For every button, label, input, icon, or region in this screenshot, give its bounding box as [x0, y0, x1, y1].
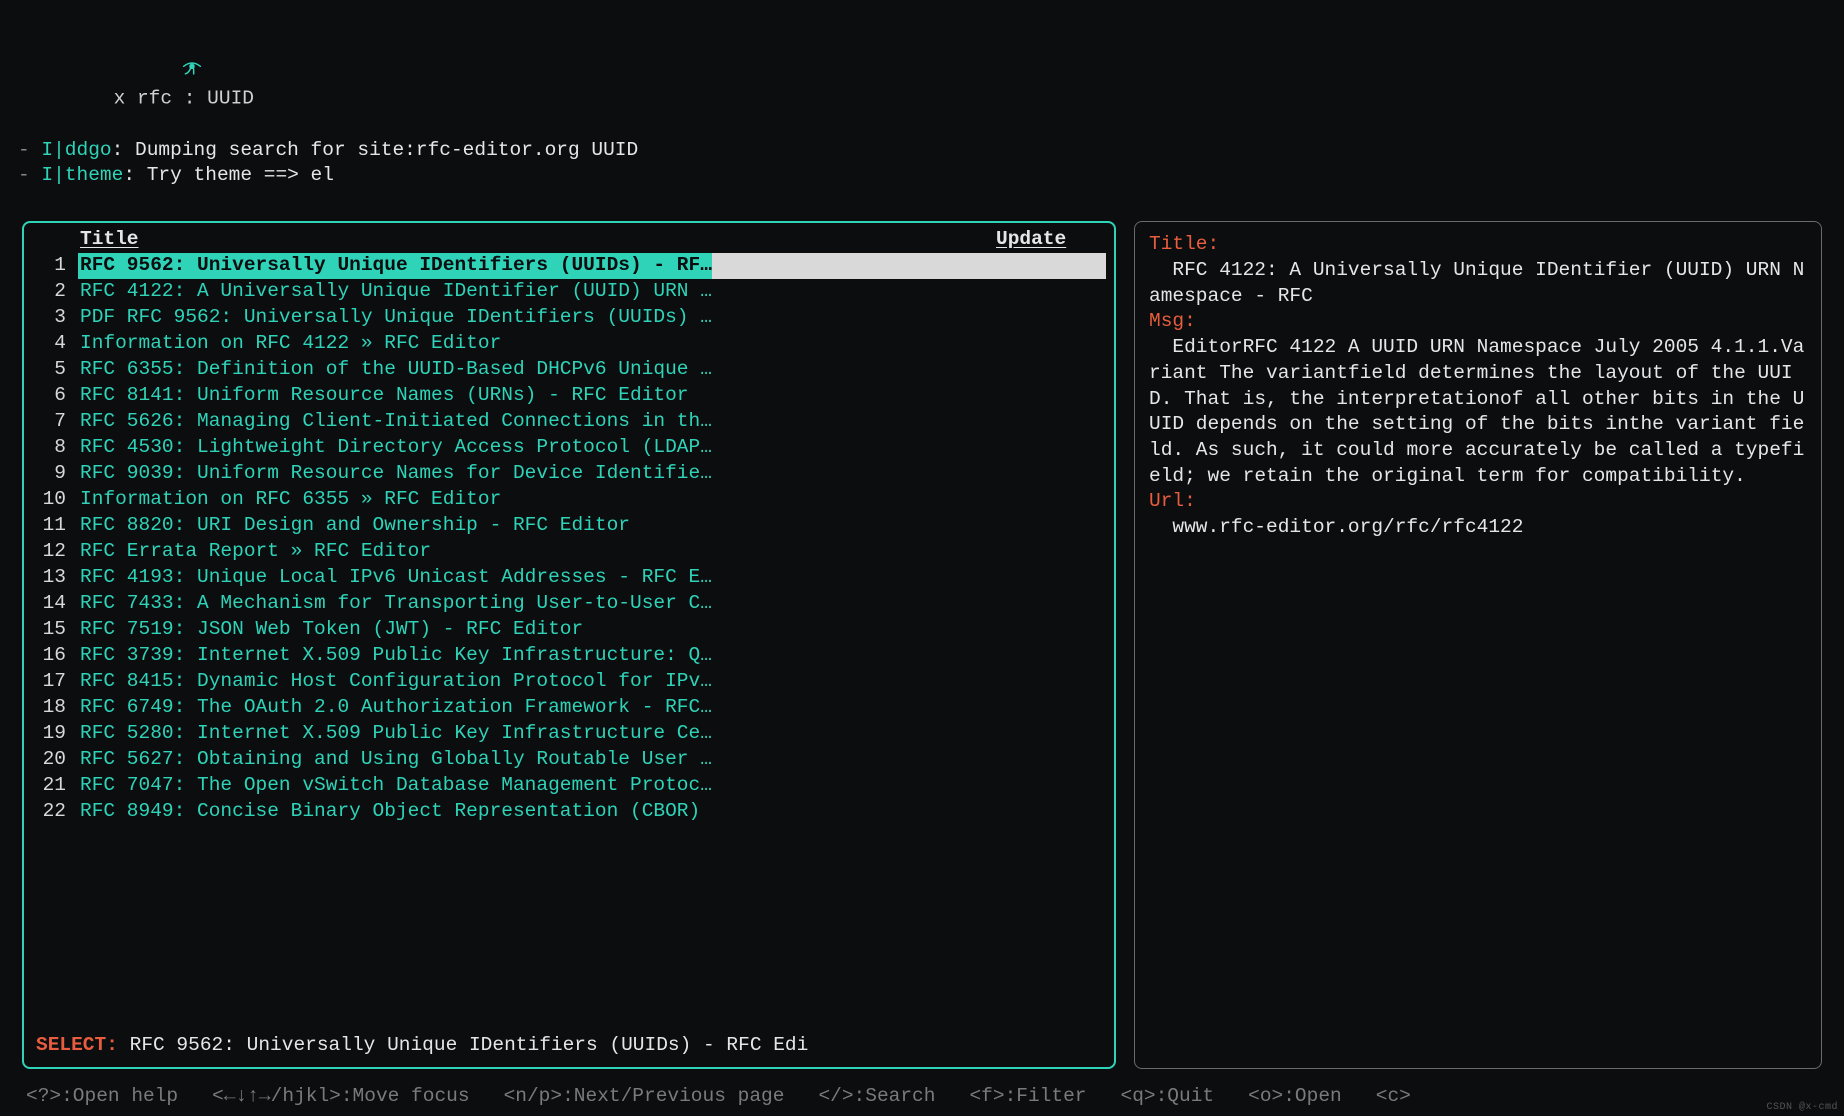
watermark: CSDN @x-cmd [1766, 1101, 1838, 1114]
row-title: RFC 4122: A Universally Unique IDentifie… [78, 279, 996, 305]
row-number: 16 [32, 643, 78, 669]
hint-help: <?>:Open help [26, 1084, 178, 1110]
list-row[interactable]: 4Information on RFC 4122 » RFC Editor [32, 331, 1106, 357]
row-number: 21 [32, 773, 78, 799]
row-title: RFC 5280: Internet X.509 Public Key Infr… [78, 721, 996, 747]
detail-title-label: Title [1149, 233, 1208, 255]
row-title: RFC 5626: Managing Client-Initiated Conn… [78, 409, 996, 435]
list-row[interactable]: 14RFC 7433: A Mechanism for Transporting… [32, 591, 1106, 617]
hint-move: <←↓↑→/hjkl>:Move focus [212, 1084, 469, 1110]
row-number: 5 [32, 357, 78, 383]
list-row[interactable]: 9RFC 9039: Uniform Resource Names for De… [32, 461, 1106, 487]
hint-quit: <q>:Quit [1121, 1084, 1215, 1110]
row-number: 3 [32, 305, 78, 331]
list-row[interactable]: 3PDF RFC 9562: Universally Unique IDenti… [32, 305, 1106, 331]
list-header: Title Update [24, 223, 1114, 253]
row-number: 11 [32, 513, 78, 539]
detail-msg-value: EditorRFC 4122 A UUID URN Namespace July… [1149, 335, 1807, 489]
row-title: RFC 4530: Lightweight Directory Access P… [78, 435, 996, 461]
select-bar: SELECT: RFC 9562: Universally Unique IDe… [24, 1027, 1114, 1067]
hint-filter: <f>:Filter [969, 1084, 1086, 1110]
list-row[interactable]: 17RFC 8415: Dynamic Host Configuration P… [32, 669, 1106, 695]
row-number: 7 [32, 409, 78, 435]
row-title: RFC 5627: Obtaining and Using Globally R… [78, 747, 996, 773]
list-row[interactable]: 22RFC 8949: Concise Binary Object Repres… [32, 799, 1106, 825]
list-row[interactable]: 13RFC 4193: Unique Local IPv6 Unicast Ad… [32, 565, 1106, 591]
list-body[interactable]: 1RFC 9562: Universally Unique IDentifier… [24, 253, 1114, 1028]
select-label: SELECT [36, 1034, 106, 1056]
row-title: RFC 4193: Unique Local IPv6 Unicast Addr… [78, 565, 996, 591]
row-title: RFC 7519: JSON Web Token (JWT) - RFC Edi… [78, 617, 996, 643]
list-row[interactable]: 1RFC 9562: Universally Unique IDentifier… [32, 253, 1106, 279]
detail-url-label: Url [1149, 490, 1184, 512]
command-text: x rfc : UUID [114, 87, 254, 109]
list-row[interactable]: 12RFC Errata Report » RFC Editor [32, 539, 1106, 565]
row-title: RFC 8820: URI Design and Ownership - RFC… [78, 513, 996, 539]
list-row[interactable]: 6RFC 8141: Uniform Resource Names (URNs)… [32, 383, 1106, 409]
row-number: 22 [32, 799, 78, 825]
row-title: RFC Errata Report » RFC Editor [78, 539, 996, 565]
row-number: 6 [32, 383, 78, 409]
row-title: Information on RFC 4122 » RFC Editor [78, 331, 996, 357]
row-number: 17 [32, 669, 78, 695]
log-line-2: - I|theme: Try theme ==> el [18, 163, 1830, 189]
hint-open: <o>:Open [1248, 1084, 1342, 1110]
row-title: RFC 8141: Uniform Resource Names (URNs) … [78, 383, 996, 409]
detail-url-value: www.rfc-editor.org/rfc/rfc4122 [1149, 515, 1807, 541]
list-row[interactable]: 11RFC 8820: URI Design and Ownership - R… [32, 513, 1106, 539]
hint-page: <n/p>:Next/Previous page [504, 1084, 785, 1110]
row-number: 9 [32, 461, 78, 487]
list-row[interactable]: 20RFC 5627: Obtaining and Using Globally… [32, 747, 1106, 773]
row-number: 12 [32, 539, 78, 565]
row-title: RFC 7433: A Mechanism for Transporting U… [78, 591, 996, 617]
row-title: RFC 6749: The OAuth 2.0 Authorization Fr… [78, 695, 996, 721]
row-number: 8 [32, 435, 78, 461]
row-title: PDF RFC 9562: Universally Unique IDentif… [78, 305, 996, 331]
select-value: RFC 9562: Universally Unique IDentifiers… [130, 1034, 809, 1056]
hint-c: <c> [1376, 1084, 1411, 1110]
horus-icon [88, 34, 113, 112]
column-header-update: Update [996, 227, 1106, 253]
row-title: RFC 3739: Internet X.509 Public Key Infr… [78, 643, 996, 669]
row-number: 19 [32, 721, 78, 747]
detail-panel: Title: RFC 4122: A Universally Unique ID… [1134, 221, 1822, 1069]
list-row[interactable]: 8RFC 4530: Lightweight Directory Access … [32, 435, 1106, 461]
detail-title-value: RFC 4122: A Universally Unique IDentifie… [1149, 258, 1807, 309]
hint-search: </>:Search [818, 1084, 935, 1110]
row-number: 13 [32, 565, 78, 591]
row-number: 18 [32, 695, 78, 721]
row-number: 10 [32, 487, 78, 513]
list-row[interactable]: 18RFC 6749: The OAuth 2.0 Authorization … [32, 695, 1106, 721]
detail-msg-label: Msg [1149, 310, 1184, 332]
row-title: RFC 9562: Universally Unique IDentifiers… [78, 253, 712, 279]
row-title: RFC 9039: Uniform Resource Names for Dev… [78, 461, 996, 487]
terminal-screen: x rfc : UUID - I|ddgo: Dumping search fo… [0, 0, 1844, 1116]
footer-hints: <?>:Open help <←↓↑→/hjkl>:Move focus <n/… [0, 1084, 1844, 1110]
list-row[interactable]: 16RFC 3739: Internet X.509 Public Key In… [32, 643, 1106, 669]
row-title: Information on RFC 6355 » RFC Editor [78, 487, 996, 513]
list-row[interactable]: 19RFC 5280: Internet X.509 Public Key In… [32, 721, 1106, 747]
list-row[interactable]: 21RFC 7047: The Open vSwitch Database Ma… [32, 773, 1106, 799]
row-number: 14 [32, 591, 78, 617]
row-title: RFC 6355: Definition of the UUID-Based D… [78, 357, 996, 383]
command-line: x rfc : UUID [18, 8, 1830, 138]
row-number: 15 [32, 617, 78, 643]
list-row[interactable]: 2RFC 4122: A Universally Unique IDentifi… [32, 279, 1106, 305]
column-header-title: Title [78, 227, 996, 253]
row-number: 1 [32, 253, 78, 279]
list-row[interactable]: 5RFC 6355: Definition of the UUID-Based … [32, 357, 1106, 383]
row-title: RFC 8415: Dynamic Host Configuration Pro… [78, 669, 996, 695]
log-line-1: - I|ddgo: Dumping search for site:rfc-ed… [18, 138, 1830, 164]
row-number: 2 [32, 279, 78, 305]
results-list-panel[interactable]: Title Update 1RFC 9562: Universally Uniq… [22, 221, 1116, 1069]
list-row[interactable]: 7RFC 5626: Managing Client-Initiated Con… [32, 409, 1106, 435]
row-number: 20 [32, 747, 78, 773]
list-row[interactable]: 15RFC 7519: JSON Web Token (JWT) - RFC E… [32, 617, 1106, 643]
list-row[interactable]: 10Information on RFC 6355 » RFC Editor [32, 487, 1106, 513]
row-title: RFC 7047: The Open vSwitch Database Mana… [78, 773, 996, 799]
row-title: RFC 8949: Concise Binary Object Represen… [78, 799, 996, 825]
row-number: 4 [32, 331, 78, 357]
log-area: x rfc : UUID - I|ddgo: Dumping search fo… [14, 8, 1830, 189]
